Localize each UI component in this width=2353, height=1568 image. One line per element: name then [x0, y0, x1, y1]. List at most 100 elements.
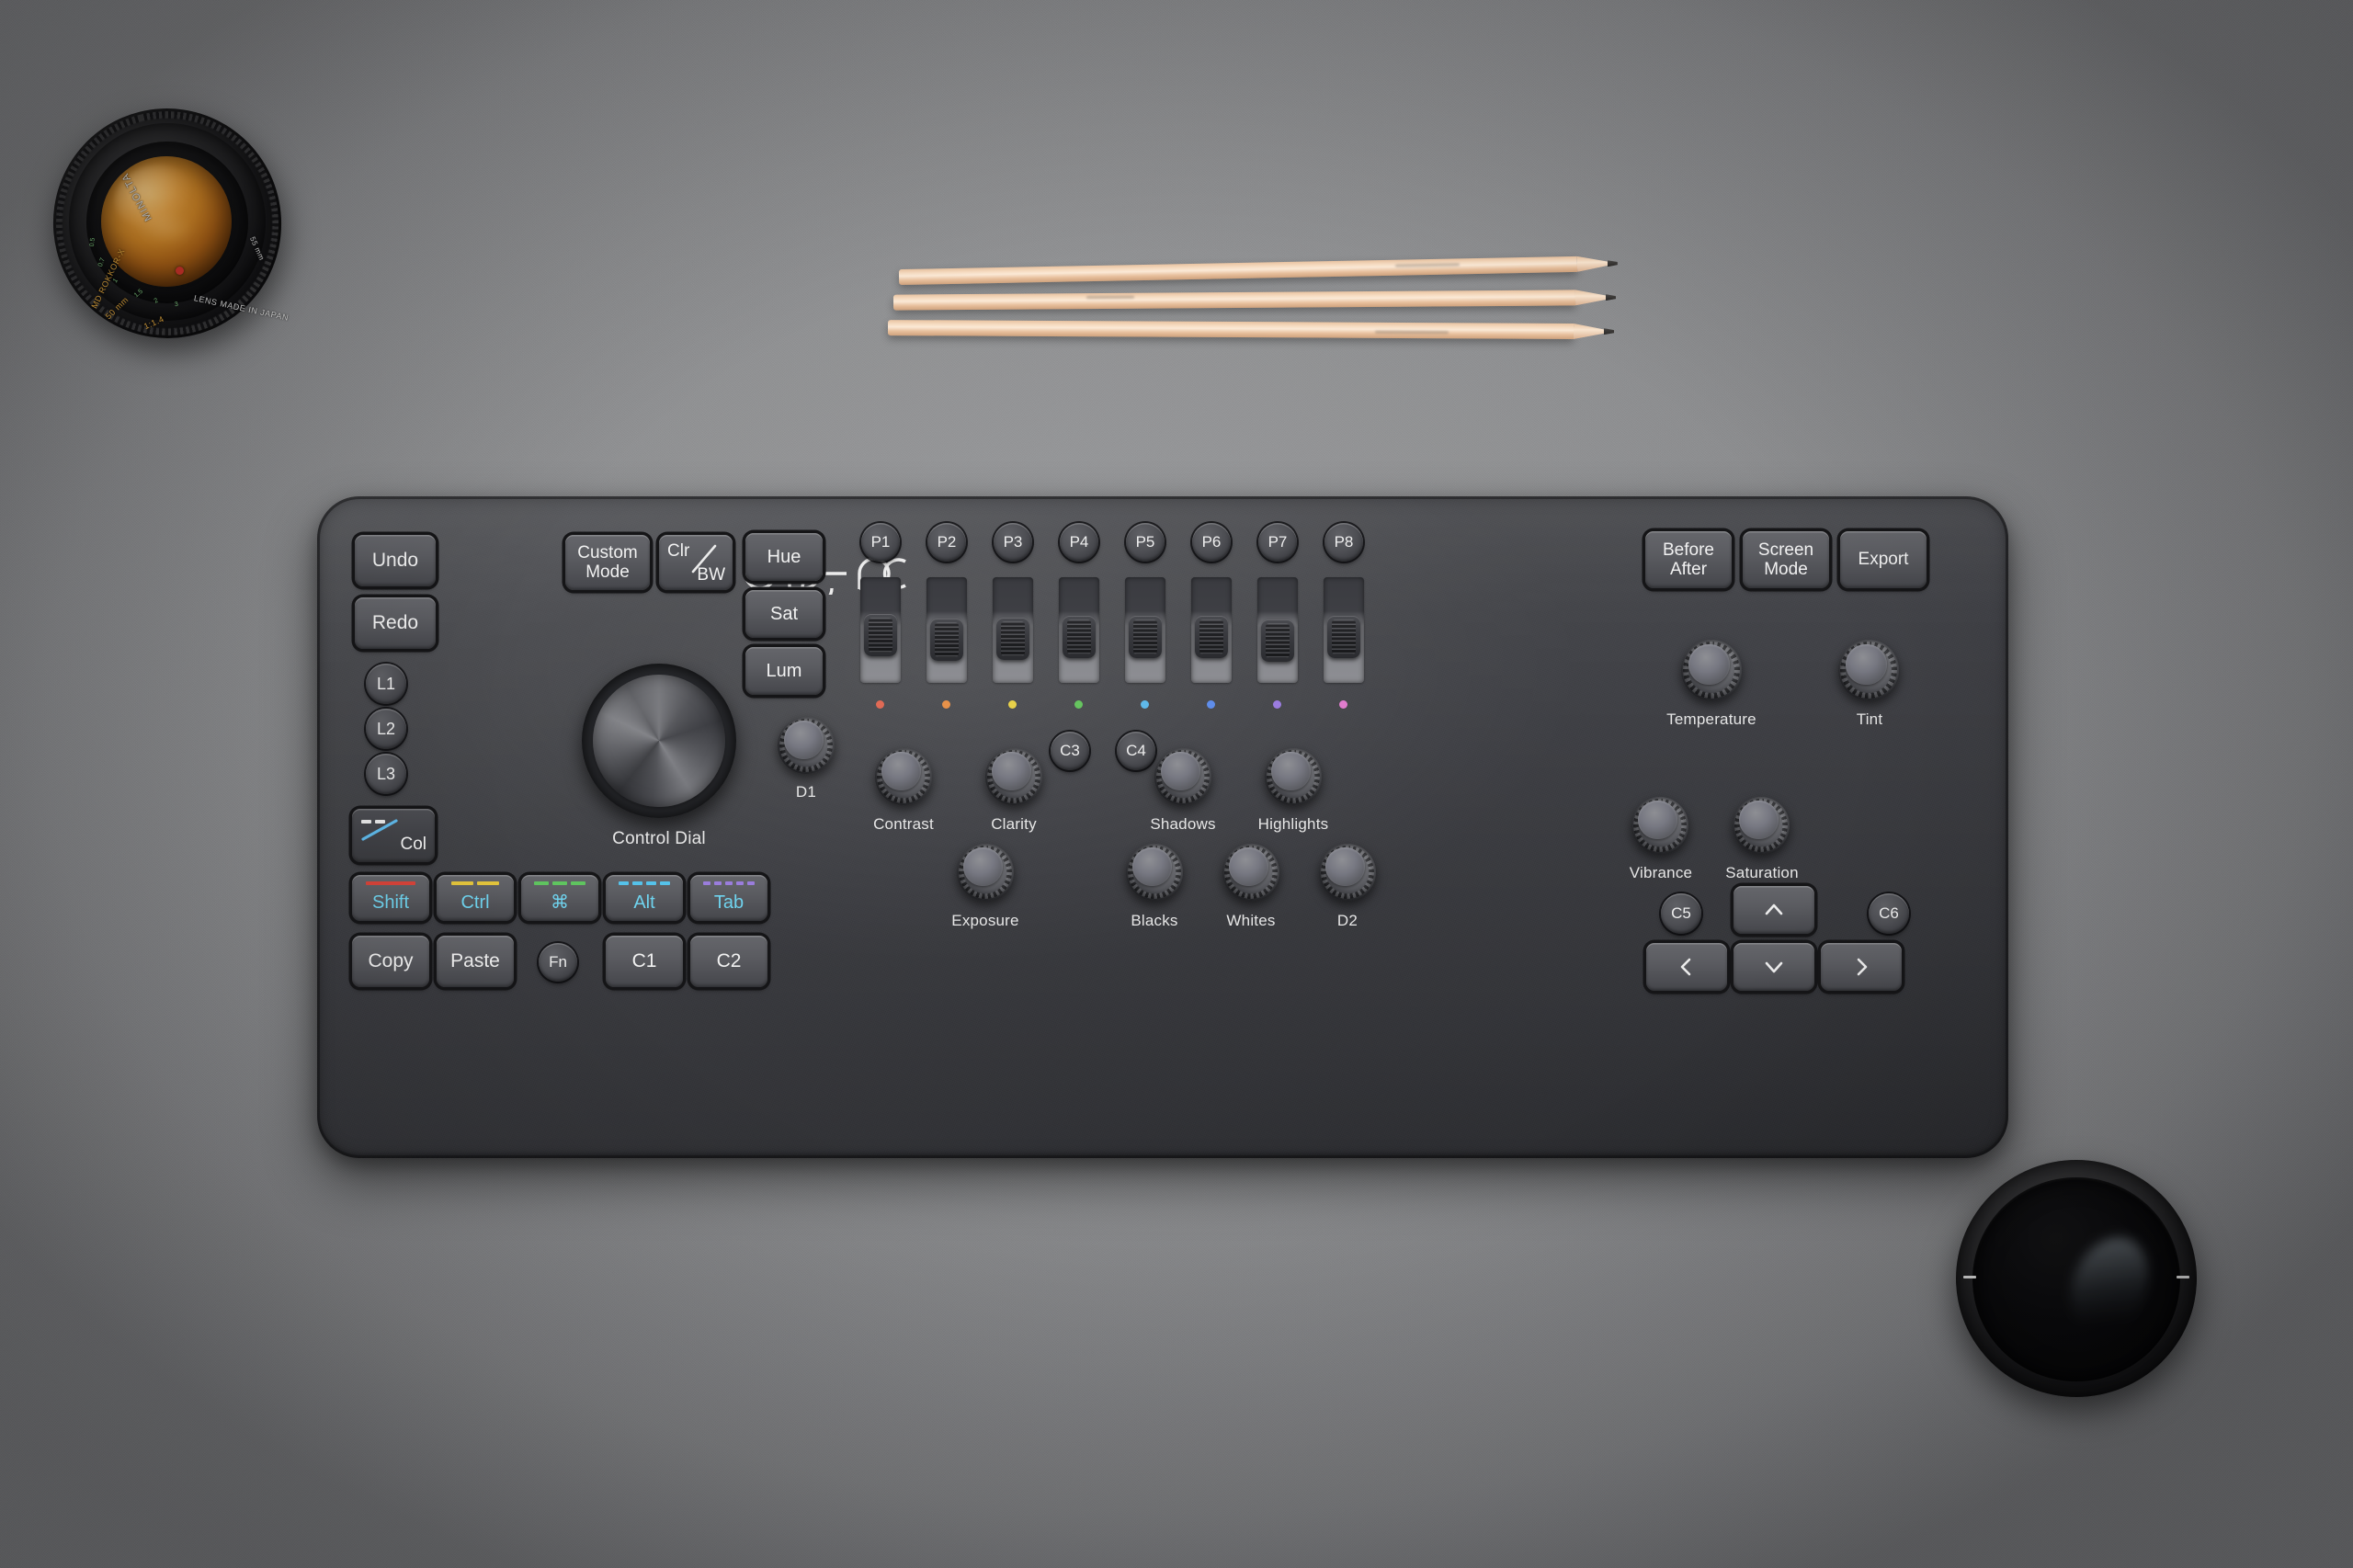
c2-label: C2 — [716, 950, 742, 972]
dpad-right-button[interactable] — [1821, 943, 1902, 991]
saturation-label: Saturation — [1725, 864, 1799, 881]
fn-button[interactable]: Fn — [539, 943, 577, 982]
l2-label: L2 — [376, 719, 396, 738]
saturation-knob[interactable] — [1733, 797, 1790, 854]
lum-button[interactable]: Lum — [745, 647, 823, 695]
d1-knob[interactable] — [778, 717, 835, 774]
p2-slider-cap[interactable] — [930, 619, 963, 661]
p8-slider[interactable] — [1324, 577, 1364, 683]
hue-button[interactable]: Hue — [745, 533, 823, 581]
c2-button[interactable]: C2 — [690, 936, 767, 987]
p5-slider-cap[interactable] — [1129, 616, 1162, 658]
p7-slider-cap[interactable] — [1261, 619, 1294, 662]
dpad-down-button[interactable] — [1733, 943, 1814, 991]
p8-label: P8 — [1334, 533, 1354, 551]
l2-button[interactable]: L2 — [366, 709, 406, 749]
lum-label: Lum — [766, 660, 802, 681]
contrast-label: Contrast — [873, 815, 934, 833]
p4-button[interactable]: P4 — [1060, 523, 1098, 562]
temperature-knob[interactable] — [1681, 640, 1742, 700]
p3-indicator-dot — [1008, 700, 1017, 709]
paste-label: Paste — [450, 950, 500, 972]
exposure-knob[interactable] — [957, 844, 1014, 901]
screen-mode-label-1: Screen — [1757, 540, 1814, 560]
p2-button[interactable]: P2 — [927, 523, 966, 562]
command-button[interactable]: ⌘ — [521, 875, 598, 921]
p3-slider[interactable] — [993, 577, 1033, 683]
lens-filter-tick — [1963, 1276, 1976, 1278]
chevron-up-icon — [1765, 903, 1783, 915]
custom-mode-button[interactable]: Custom Mode — [565, 535, 650, 590]
bw-label: BW — [697, 564, 725, 585]
col-label: Col — [400, 834, 426, 854]
c6-button[interactable]: C6 — [1869, 893, 1909, 934]
p6-button[interactable]: P6 — [1192, 523, 1231, 562]
pencil-smudge — [1394, 263, 1460, 267]
p7-slider[interactable] — [1257, 577, 1298, 683]
p4-slider-cap[interactable] — [1063, 616, 1096, 658]
l3-button[interactable]: L3 — [366, 754, 406, 794]
screen-mode-button[interactable]: Screen Mode — [1743, 531, 1829, 588]
tab-button[interactable]: Tab — [690, 875, 767, 921]
redo-button[interactable]: Redo — [355, 597, 436, 649]
highlights-knob[interactable] — [1265, 748, 1322, 805]
blacks-knob[interactable] — [1126, 844, 1183, 901]
shift-button[interactable]: Shift — [352, 875, 429, 921]
c4-button[interactable]: C4 — [1117, 732, 1155, 770]
c3-button[interactable]: C3 — [1051, 732, 1089, 770]
p6-slider-cap[interactable] — [1195, 616, 1228, 658]
contrast-knob[interactable] — [875, 748, 932, 805]
chevron-right-icon — [1857, 958, 1868, 976]
paste-button[interactable]: Paste — [437, 936, 514, 987]
pencil-tip-wood — [1577, 256, 1608, 272]
p1-slider-cap[interactable] — [864, 614, 897, 656]
p2-slider[interactable] — [926, 577, 967, 683]
p1-slider[interactable] — [860, 577, 901, 683]
pencil-lead — [1608, 260, 1618, 267]
sat-label: Sat — [769, 603, 799, 624]
whites-knob[interactable] — [1222, 844, 1279, 901]
p7-button[interactable]: P7 — [1258, 523, 1297, 562]
pencil-tip-wood — [1574, 324, 1605, 339]
export-button[interactable]: Export — [1840, 531, 1927, 588]
l1-button[interactable]: L1 — [366, 664, 406, 704]
p5-slider[interactable] — [1125, 577, 1165, 683]
p1-button[interactable]: P1 — [861, 523, 900, 562]
p5-button[interactable]: P5 — [1126, 523, 1165, 562]
sat-button[interactable]: Sat — [745, 590, 823, 638]
tint-knob[interactable] — [1838, 640, 1899, 700]
ctrl-button[interactable]: Ctrl — [437, 875, 514, 921]
p1-label: P1 — [870, 533, 891, 551]
p6-indicator-dot — [1207, 700, 1215, 709]
undo-button[interactable]: Undo — [355, 535, 436, 586]
p4-slider[interactable] — [1059, 577, 1099, 683]
col-button[interactable]: Col — [352, 809, 435, 862]
p6-slider[interactable] — [1191, 577, 1232, 683]
d2-knob[interactable] — [1319, 844, 1376, 901]
fn-label: Fn — [549, 953, 567, 971]
control-dial[interactable] — [582, 664, 736, 818]
ctrl-dashes — [437, 881, 514, 885]
before-after-label-1: Before — [1663, 540, 1714, 560]
copy-button[interactable]: Copy — [352, 936, 429, 987]
p8-slider-cap[interactable] — [1327, 616, 1360, 658]
dpad-up-button[interactable] — [1733, 886, 1814, 934]
p8-button[interactable]: P8 — [1324, 523, 1363, 562]
shadows-knob[interactable] — [1154, 748, 1211, 805]
p4-label: P4 — [1069, 533, 1089, 551]
p3-button[interactable]: P3 — [994, 523, 1032, 562]
control-dial-highlight — [593, 675, 725, 807]
c5-button[interactable]: C5 — [1661, 893, 1701, 934]
clarity-knob[interactable] — [985, 748, 1042, 805]
c1-button[interactable]: C1 — [606, 936, 683, 987]
dpad-left-button[interactable] — [1646, 943, 1727, 991]
chevron-left-icon — [1680, 958, 1691, 976]
p8-indicator-dot — [1339, 700, 1347, 709]
clr-bw-button[interactable]: Clr BW — [659, 535, 733, 590]
vibrance-knob[interactable] — [1631, 797, 1688, 854]
d1-label: D1 — [795, 783, 817, 801]
p3-slider-cap[interactable] — [996, 618, 1029, 660]
before-after-button[interactable]: Before After — [1645, 531, 1732, 588]
alt-button[interactable]: Alt — [606, 875, 683, 921]
command-label: ⌘ — [551, 892, 569, 913]
